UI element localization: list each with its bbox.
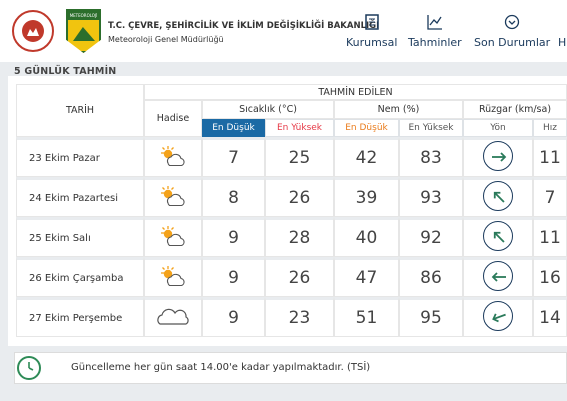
partly-cloudy-icon: [158, 224, 188, 252]
clock-icon: [17, 356, 41, 380]
wind-arrow-icon: [483, 141, 513, 171]
hum-min: 47: [334, 257, 399, 297]
hum-max: 95: [399, 297, 463, 337]
wind-speed: 7: [533, 177, 567, 217]
partly-cloudy-icon: [158, 184, 188, 212]
table-row: 27 Ekim Perşembe 9 23 51 95 14: [16, 297, 567, 337]
hum-header: Nem (%): [334, 100, 463, 119]
hum-max: 86: [399, 257, 463, 297]
weather-cell: [144, 217, 202, 257]
wind-header: Rüzgar (km/sa): [463, 100, 567, 119]
wind-dir-cell: [463, 177, 533, 217]
event-header: Hadise: [144, 100, 202, 137]
hum-min: 51: [334, 297, 399, 337]
hum-min: 39: [334, 177, 399, 217]
temp-max: 25: [265, 137, 334, 177]
row-date: 25 Ekim Salı: [16, 217, 144, 257]
wind-arrow-icon: [483, 301, 513, 331]
table-row: 25 Ekim Salı 9 28 40 92 11: [16, 217, 567, 257]
forecast-table: TARİH TAHMİN EDİLEN Hadise Sıcaklık (°C)…: [16, 84, 567, 337]
chart-icon: [427, 15, 442, 30]
wind-speed: 11: [533, 217, 567, 257]
temp-min: 8: [202, 177, 265, 217]
mgm-logo[interactable]: METEOROLOJİ: [66, 9, 101, 53]
wind-dir-cell: [463, 217, 533, 257]
temp-max: 23: [265, 297, 334, 337]
nav-more[interactable]: H: [558, 14, 566, 49]
temp-max: 28: [265, 217, 334, 257]
table-row: 26 Ekim Çarşamba 9 26 47 86 16: [16, 257, 567, 297]
row-date: 26 Ekim Çarşamba: [16, 257, 144, 297]
temp-low-header: En Düşük: [202, 119, 265, 137]
document-icon: [364, 14, 379, 30]
nav-label: Son Durumlar: [474, 36, 551, 49]
group-header: TAHMİN EDİLEN: [144, 84, 567, 100]
temp-min: 9: [202, 217, 265, 257]
nav-son-durumlar[interactable]: Son Durumlar: [474, 14, 550, 49]
nav-label: H: [558, 36, 567, 49]
weather-cell: [144, 297, 202, 337]
ministry-subtitle: Meteoroloji Genel Müdürlüğü: [108, 35, 224, 44]
cloudy-icon: [155, 305, 191, 331]
forecast-panel: TARİH TAHMİN EDİLEN Hadise Sıcaklık (°C)…: [8, 76, 567, 346]
wind-dir-cell: [463, 257, 533, 297]
nav-tahminler[interactable]: Tahminler: [408, 14, 462, 49]
hum-low-header: En Düşük: [334, 119, 399, 137]
wind-speed-header: Hız: [533, 119, 567, 137]
wind-speed: 16: [533, 257, 567, 297]
temp-min: 7: [202, 137, 265, 177]
wind-arrow-icon: [483, 261, 513, 291]
wind-dir-cell: [463, 297, 533, 337]
hum-max: 92: [399, 217, 463, 257]
nav-label: Tahminler: [408, 36, 462, 49]
hum-high-header: En Yüksek: [399, 119, 463, 137]
site-header: METEOROLOJİ T.C. ÇEVRE, ŞEHİRCİLİK VE İK…: [0, 0, 567, 62]
chevron-circle-icon: [504, 14, 520, 30]
row-date: 27 Ekim Perşembe: [16, 297, 144, 337]
temp-high-header: En Yüksek: [265, 119, 334, 137]
hum-max: 83: [399, 137, 463, 177]
hum-min: 40: [334, 217, 399, 257]
row-date: 24 Ekim Pazartesi: [16, 177, 144, 217]
ministry-logo[interactable]: [12, 10, 54, 52]
date-header: TARİH: [16, 84, 144, 137]
update-note: Güncelleme her gün saat 14.00'e kadar ya…: [71, 362, 371, 373]
temp-max: 26: [265, 177, 334, 217]
more-icon: [558, 14, 566, 30]
wind-arrow-icon: [483, 181, 513, 211]
wind-dir-cell: [463, 137, 533, 177]
partly-cloudy-icon: [158, 264, 188, 292]
wind-arrow-icon: [483, 221, 513, 251]
temp-max: 26: [265, 257, 334, 297]
weather-cell: [144, 177, 202, 217]
update-note-box: Güncelleme her gün saat 14.00'e kadar ya…: [14, 352, 567, 384]
weather-cell: [144, 137, 202, 177]
nav-kurumsal[interactable]: Kurumsal: [346, 14, 397, 49]
hum-max: 93: [399, 177, 463, 217]
temp-min: 9: [202, 297, 265, 337]
wind-speed: 14: [533, 297, 567, 337]
wind-speed: 11: [533, 137, 567, 177]
temp-min: 9: [202, 257, 265, 297]
wind-dir-header: Yön: [463, 119, 533, 137]
weather-cell: [144, 257, 202, 297]
temp-header: Sıcaklık (°C): [202, 100, 334, 119]
nav-label: Kurumsal: [346, 36, 398, 49]
table-row: 24 Ekim Pazartesi 8 26 39 93 7: [16, 177, 567, 217]
table-row: 23 Ekim Pazar 7 25 42 83 11: [16, 137, 567, 177]
row-date: 23 Ekim Pazar: [16, 137, 144, 177]
hum-min: 42: [334, 137, 399, 177]
ministry-title: T.C. ÇEVRE, ŞEHİRCİLİK VE İKLİM DEĞİŞİKL…: [108, 21, 380, 31]
partly-cloudy-icon: [158, 144, 188, 172]
